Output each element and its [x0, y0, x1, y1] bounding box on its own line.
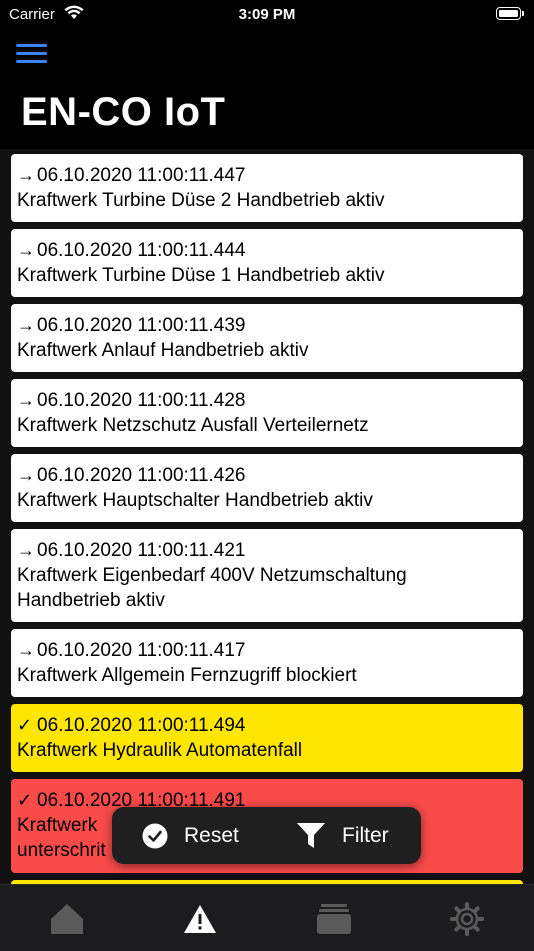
- filter-label: Filter: [342, 823, 389, 847]
- alarm-timestamp: 06.10.2020 11:00:11.417: [37, 640, 246, 661]
- arrow-right-icon: →: [17, 240, 35, 260]
- hamburger-icon-bar: [16, 52, 47, 55]
- alarm-timestamp: 06.10.2020 11:00:11.439: [37, 315, 246, 336]
- alarm-message: Kraftwerk Turbine Düse 1 Handbetrieb akt…: [17, 265, 385, 286]
- alarm-timestamp: 06.10.2020 11:00:11.494: [37, 715, 246, 736]
- alarm-timestamp: 06.10.2020 11:00:11.421: [37, 540, 246, 561]
- arrow-right-icon: →: [17, 390, 35, 410]
- alarm-card[interactable]: → 06.10.2020 11:00:11.417 Kraftwerk Allge…: [11, 629, 523, 697]
- gear-icon: [450, 902, 484, 936]
- tab-archive[interactable]: [314, 899, 354, 939]
- arrow-right-icon: →: [17, 540, 35, 560]
- alarm-message: Kraftwerk Anlauf Handbetrieb aktiv: [17, 340, 309, 361]
- alarm-timestamp: 06.10.2020 11:00:11.428: [37, 390, 246, 411]
- alarm-card[interactable]: → 06.10.2020 11:00:11.428 Kraftwerk Netzs…: [11, 379, 523, 447]
- alarm-message: Kraftwerk Hydraulik Automatenfall: [17, 740, 303, 761]
- alarm-card[interactable]: → 06.10.2020 11:00:11.447 Kraftwerk Turbi…: [11, 154, 523, 222]
- alarm-card[interactable]: ✓ 06.10.2020 11:00:11.494 Kraftwerk Hydra…: [11, 704, 523, 772]
- alarm-timestamp: 06.10.2020 11:00:11.426: [37, 465, 246, 486]
- alarm-card[interactable]: → 06.10.2020 11:00:11.439 Kraftwerk Anlau…: [11, 304, 523, 372]
- home-icon: [51, 904, 83, 934]
- hamburger-icon-bar: [16, 60, 47, 63]
- clock: 3:09 PM: [238, 6, 296, 23]
- check-circle-icon: [142, 823, 168, 848]
- tab-settings[interactable]: [447, 899, 487, 939]
- reset-label: Reset: [184, 823, 239, 847]
- arrow-right-icon: →: [17, 465, 35, 485]
- reset-button[interactable]: Reset: [142, 807, 239, 864]
- arrow-right-icon: →: [17, 640, 35, 660]
- archive-icon: [317, 904, 351, 934]
- alarm-list[interactable]: → 06.10.2020 11:00:11.447 Kraftwerk Turbi…: [0, 149, 534, 885]
- arrow-right-icon: →: [17, 165, 35, 185]
- checkmark-icon: ✓: [17, 715, 33, 735]
- arrow-right-icon: →: [17, 315, 35, 335]
- filter-button[interactable]: Filter: [296, 807, 389, 864]
- battery-icon: [496, 7, 524, 20]
- alarm-message: Kraftwerk Netzschutz Ausfall Verteilerne…: [17, 415, 369, 436]
- alarm-timestamp: 06.10.2020 11:00:11.447: [37, 165, 246, 186]
- page-title: EN-CO IoT: [21, 90, 226, 134]
- hamburger-icon-bar: [16, 44, 47, 47]
- tab-home[interactable]: [47, 899, 87, 939]
- checkmark-icon: ✓: [17, 790, 33, 810]
- warning-icon: [184, 905, 216, 933]
- alarm-card[interactable]: → 06.10.2020 11:00:11.426 Kraftwerk Haupt…: [11, 454, 523, 522]
- alarm-message: Kraftwerk Hauptschalter Handbetrieb akti…: [17, 490, 373, 511]
- tab-bar: [0, 884, 534, 951]
- funnel-icon: [297, 822, 325, 848]
- alarm-timestamp: 06.10.2020 11:00:11.444: [37, 240, 246, 261]
- menu-button[interactable]: [16, 44, 48, 66]
- alarm-card[interactable]: → 06.10.2020 11:00:11.421 Kraftwerk Eigen…: [11, 529, 523, 622]
- alarm-message: Kraftwerk Allgemein Fernzugriff blockier…: [17, 665, 357, 686]
- tab-alarms[interactable]: [180, 899, 220, 939]
- filter-toolbar: Reset Filter: [112, 807, 421, 864]
- alarm-card[interactable]: → 06.10.2020 11:00:11.444 Kraftwerk Turbi…: [11, 229, 523, 297]
- alarm-message: Kraftwerk Turbine Düse 2 Handbetrieb akt…: [17, 190, 385, 211]
- alarm-message: Kraftwerk Eigenbedarf 400V Netzumschaltu…: [17, 565, 407, 611]
- status-bar: Carrier 3:09 PM: [0, 0, 534, 30]
